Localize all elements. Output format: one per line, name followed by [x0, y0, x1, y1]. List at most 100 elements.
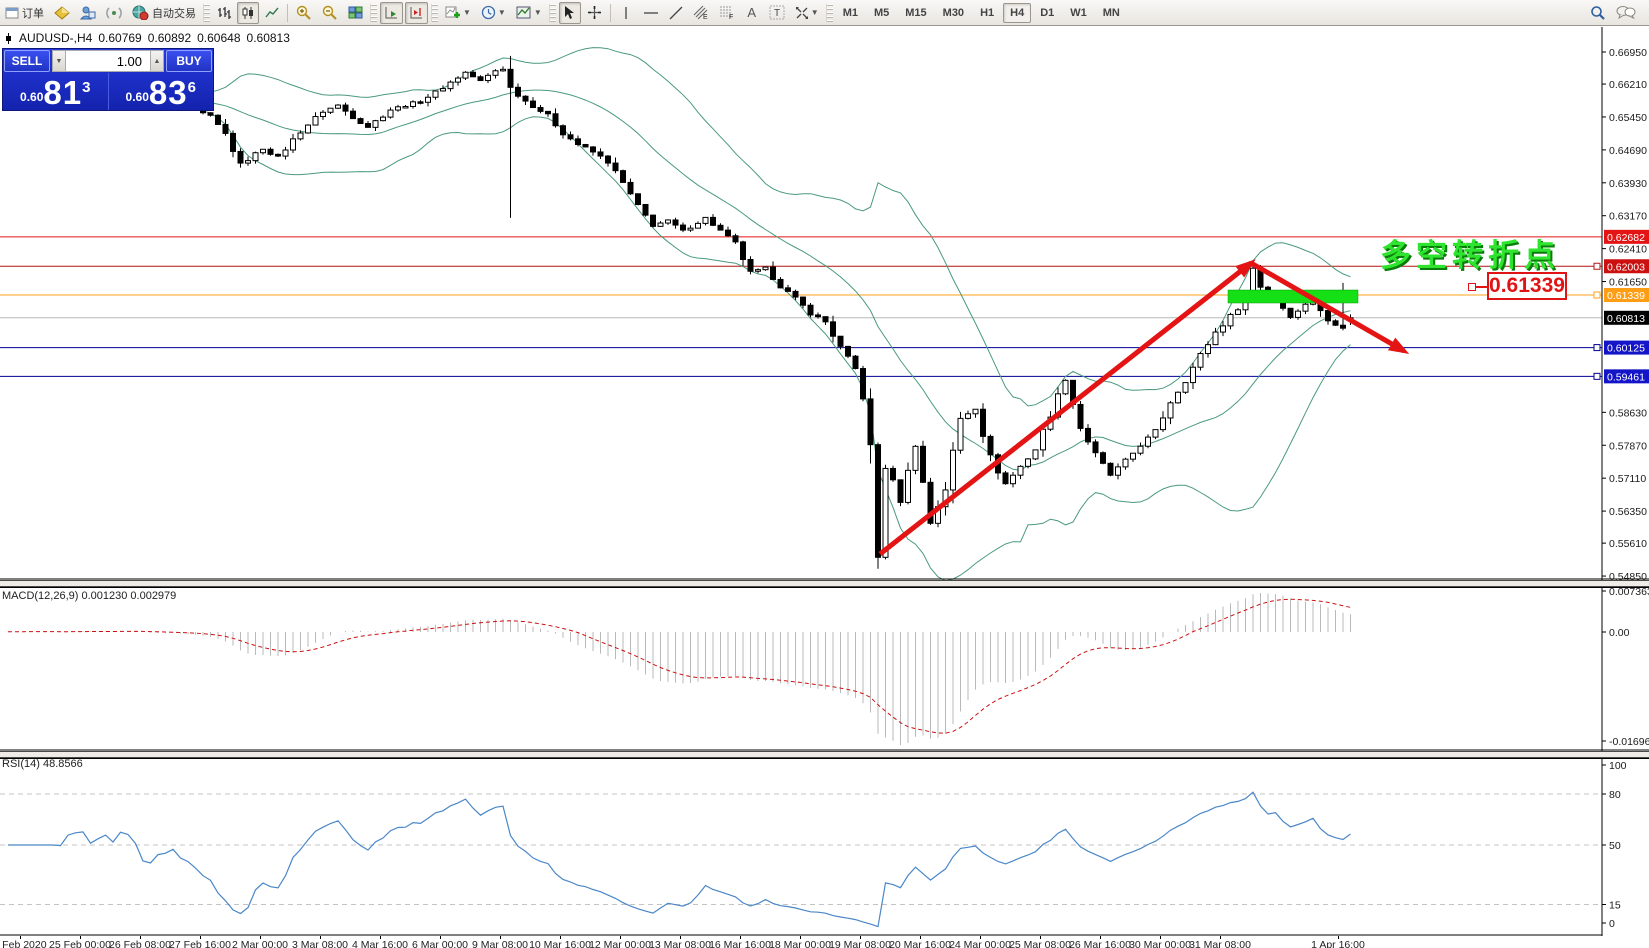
timeframe-m15[interactable]: M15: [898, 3, 933, 23]
symbol-period: AUDUSD-,H4: [19, 31, 92, 45]
auto-scroll-button[interactable]: [380, 2, 403, 24]
text-label-button[interactable]: T: [765, 2, 789, 24]
buy-button[interactable]: BUY: [166, 50, 212, 72]
ohlc-high: 0.60892: [148, 31, 191, 45]
annotation-cn-text: 多空转折点: [1380, 230, 1560, 275]
zoom-in-button[interactable]: [292, 2, 316, 24]
svg-text:0.62682: 0.62682: [1607, 232, 1645, 244]
timeframe-mn[interactable]: MN: [1096, 3, 1127, 23]
auto-trading-button[interactable]: 自动交易: [128, 2, 200, 24]
sell-button[interactable]: SELL: [4, 50, 50, 72]
market-watch-button[interactable]: [50, 2, 74, 24]
price-chart[interactable]: 0.669500.662100.654500.646900.639300.631…: [0, 27, 1649, 580]
time-tick-label: 18 Mar 00:00: [769, 939, 831, 948]
volume-input[interactable]: 1.00: [66, 50, 150, 72]
svg-text:0.62410: 0.62410: [1609, 244, 1647, 256]
sell-price[interactable]: 0.60813: [3, 73, 109, 110]
search-icon[interactable]: [1586, 2, 1610, 24]
volume-stepper: ▼ 1.00 ▲: [52, 50, 164, 72]
line-chart-button[interactable]: [261, 2, 283, 24]
timeframe-m30[interactable]: M30: [936, 3, 971, 23]
time-tick-label: 25 Feb 00:00: [49, 939, 111, 948]
timeframe-h4[interactable]: H4: [1003, 3, 1031, 23]
svg-text:15: 15: [1609, 900, 1621, 912]
time-tick-label: 12 Mar 00:00: [589, 939, 651, 948]
time-tick-label: 24 Mar 00:00: [949, 939, 1011, 948]
new-order-label: 订单: [22, 5, 44, 21]
trendline-button[interactable]: [665, 2, 687, 24]
time-tick-label: 3 Mar 08:00: [292, 939, 348, 948]
svg-text:0.64690: 0.64690: [1609, 145, 1647, 157]
macd-pane[interactable]: 0.0073630.00-0.01696: [0, 587, 1649, 751]
macd-label: MACD(12,26,9) 0.001230 0.002979: [2, 590, 176, 602]
fibonacci-button[interactable]: F: [715, 2, 739, 24]
crosshair-button[interactable]: [583, 2, 606, 24]
time-tick-label: 2 Mar 00:00: [232, 939, 288, 948]
svg-text:0.63930: 0.63930: [1609, 178, 1647, 190]
timeframe-h1[interactable]: H1: [973, 3, 1001, 23]
timeframe-m1[interactable]: M1: [836, 3, 865, 23]
timeframe-m5[interactable]: M5: [867, 3, 896, 23]
signals-button[interactable]: [102, 2, 126, 24]
time-tick-label: 4 Mar 16:00: [352, 939, 408, 948]
chevron-down-icon: ▼: [534, 8, 542, 17]
buy-price[interactable]: 0.60836: [109, 73, 214, 110]
chat-icon[interactable]: [1612, 2, 1640, 24]
svg-text:80: 80: [1609, 789, 1621, 801]
text-button[interactable]: A: [741, 2, 763, 24]
time-tick-label: 9 Mar 08:00: [472, 939, 528, 948]
periods-button[interactable]: ▼: [477, 2, 510, 24]
price-callout: 0.61339: [1487, 272, 1567, 300]
timeframe-w1[interactable]: W1: [1063, 3, 1094, 23]
buy-price-prefix: 0.60: [126, 90, 149, 104]
timeframe-d1[interactable]: D1: [1033, 3, 1061, 23]
volume-up-button[interactable]: ▲: [150, 50, 164, 72]
svg-text:-0.01696: -0.01696: [1609, 736, 1649, 748]
chevron-down-icon: ▼: [463, 8, 471, 17]
svg-text:100: 100: [1609, 760, 1627, 772]
chevron-down-icon: ▼: [498, 8, 506, 17]
svg-text:0.58630: 0.58630: [1609, 407, 1647, 419]
bar-chart-button[interactable]: [213, 2, 235, 24]
rsi-pane[interactable]: 1008050150: [0, 758, 1649, 936]
equidistant-channel-button[interactable]: E: [689, 2, 713, 24]
candle-chart-button[interactable]: [237, 2, 259, 24]
toolbar-separator: [610, 4, 611, 22]
time-tick-label: 26 Mar 16:00: [1069, 939, 1131, 948]
svg-text:0.55610: 0.55610: [1609, 538, 1647, 550]
mt4-window: 订单 自动交易: [0, 0, 1649, 948]
tile-windows-button[interactable]: [344, 2, 367, 24]
cursor-button[interactable]: [559, 2, 581, 24]
time-tick-label: 26 Feb 08:00: [109, 939, 171, 948]
add-indicator-button[interactable]: ▼: [441, 2, 475, 24]
new-order-button[interactable]: 订单: [1, 2, 48, 24]
svg-text:0.62003: 0.62003: [1607, 261, 1645, 273]
svg-text:E: E: [703, 14, 708, 20]
sell-price-prefix: 0.60: [20, 90, 43, 104]
templates-button[interactable]: ▼: [512, 2, 546, 24]
time-tick-label: 19 Mar 08:00: [829, 939, 891, 948]
toolbar: 订单 自动交易: [0, 0, 1649, 26]
svg-text:0.57870: 0.57870: [1609, 440, 1647, 452]
volume-down-button[interactable]: ▼: [52, 50, 66, 72]
svg-text:0.00: 0.00: [1609, 627, 1630, 639]
svg-text:0.66210: 0.66210: [1609, 79, 1647, 91]
horizontal-line-button[interactable]: [639, 2, 663, 24]
chart-stack: 0.669500.662100.654500.646900.639300.631…: [0, 27, 1649, 948]
time-axis[interactable]: 1 Feb 202025 Feb 00:0026 Feb 08:0027 Feb…: [0, 936, 1649, 948]
pane-separator[interactable]: [0, 751, 1649, 758]
svg-text:0.59461: 0.59461: [1607, 371, 1645, 383]
vertical-line-button[interactable]: [615, 2, 637, 24]
zoom-out-button[interactable]: [318, 2, 342, 24]
chart-shift-button[interactable]: [405, 2, 428, 24]
svg-text:T: T: [774, 8, 780, 19]
chart-title: AUDUSD-,H4 0.60769 0.60892 0.60648 0.608…: [4, 31, 290, 45]
toolbar-separator: [287, 4, 288, 22]
svg-text:50: 50: [1609, 840, 1621, 852]
pane-separator[interactable]: [0, 580, 1649, 587]
auto-trading-label: 自动交易: [152, 5, 196, 21]
ohlc-low: 0.60648: [197, 31, 240, 45]
toolbar-grip: [203, 4, 210, 22]
arrows-button[interactable]: ▼: [791, 2, 823, 24]
accounts-button[interactable]: [76, 2, 100, 24]
